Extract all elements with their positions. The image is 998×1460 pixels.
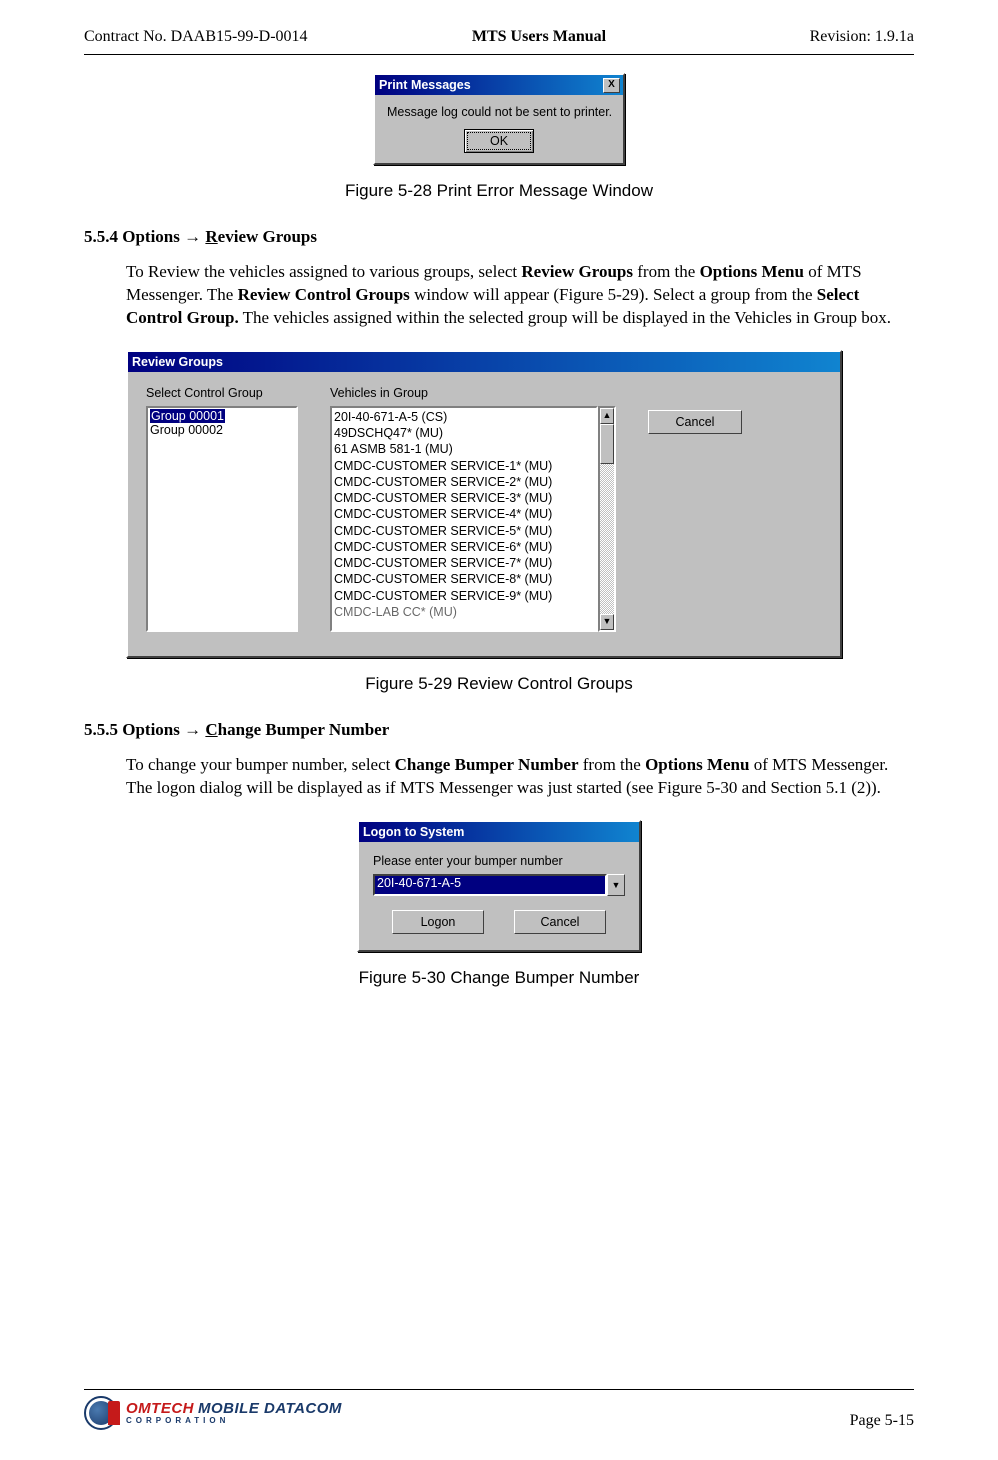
- doc-title: MTS Users Manual: [364, 28, 714, 46]
- groups-label: Select Control Group: [146, 386, 298, 400]
- dialog-body: Message log could not be sent to printer…: [375, 95, 623, 163]
- buttons-column: Cancel: [648, 386, 742, 632]
- list-item[interactable]: 20I-40-671-A-5 (CS): [334, 409, 594, 425]
- ok-button[interactable]: OK: [464, 129, 534, 153]
- error-message: Message log could not be sent to printer…: [383, 105, 615, 119]
- groups-column: Select Control Group Group 00001 Group 0…: [146, 386, 298, 632]
- close-icon[interactable]: X: [603, 78, 620, 93]
- bumper-number-combo[interactable]: 20I-40-671-A-5 ▼: [373, 874, 625, 896]
- dialog-title: Logon to System: [363, 825, 464, 839]
- dialog-body: Select Control Group Group 00001 Group 0…: [128, 372, 840, 656]
- groups-listbox[interactable]: Group 00001 Group 00002: [146, 406, 298, 632]
- vehicles-label: Vehicles in Group: [330, 386, 616, 400]
- scroll-up-icon[interactable]: ▲: [600, 408, 614, 424]
- titlebar[interactable]: Review Groups: [128, 352, 840, 372]
- figure-5-30: Logon to System Please enter your bumper…: [84, 820, 914, 1014]
- list-item[interactable]: CMDC-CUSTOMER SERVICE-5* (MU): [334, 523, 594, 539]
- page-header: Contract No. DAAB15-99-D-0014 MTS Users …: [84, 28, 914, 46]
- revision: Revision: 1.9.1a: [714, 28, 914, 46]
- section-5-5-4-heading: 5.5.4 Options → Review Groups: [84, 227, 914, 247]
- review-groups-dialog: Review Groups Select Control Group Group…: [126, 350, 842, 658]
- list-item[interactable]: 49DSCHQ47* (MU): [334, 425, 594, 441]
- list-item[interactable]: 61 ASMB 581-1 (MU): [334, 441, 594, 457]
- figure-5-28: Print Messages X Message log could not b…: [84, 73, 914, 227]
- cancel-button[interactable]: Cancel: [648, 410, 742, 434]
- figure-caption: Figure 5-30 Change Bumper Number: [359, 968, 640, 988]
- section-5-5-5-heading: 5.5.5 Options → Change Bumper Number: [84, 720, 914, 740]
- titlebar[interactable]: Print Messages X: [375, 75, 623, 95]
- page-number: Page 5-15: [850, 1412, 914, 1430]
- figure-caption: Figure 5-29 Review Control Groups: [84, 674, 914, 694]
- prompt-label: Please enter your bumper number: [373, 854, 625, 868]
- list-item[interactable]: CMDC-CUSTOMER SERVICE-2* (MU): [334, 474, 594, 490]
- combo-field[interactable]: 20I-40-671-A-5: [373, 874, 607, 896]
- list-item[interactable]: CMDC-CUSTOMER SERVICE-6* (MU): [334, 539, 594, 555]
- header-rule: [84, 54, 914, 55]
- list-item[interactable]: CMDC-LAB CC* (MU): [334, 604, 594, 620]
- company-logo: OMTECH MOBILE DATACOM CORPORATION: [84, 1396, 342, 1430]
- scroll-track[interactable]: [600, 424, 614, 614]
- figure-5-29: Review Groups Select Control Group Group…: [126, 350, 914, 658]
- dialog-title: Print Messages: [379, 78, 471, 92]
- logon-button[interactable]: Logon: [392, 910, 484, 934]
- dialog-title: Review Groups: [132, 355, 223, 369]
- print-messages-dialog: Print Messages X Message log could not b…: [373, 73, 625, 165]
- logo-mark-icon: [108, 1401, 120, 1425]
- list-item[interactable]: CMDC-CUSTOMER SERVICE-9* (MU): [334, 588, 594, 604]
- footer-rule: [84, 1389, 914, 1390]
- section-5-5-4-body: To Review the vehicles assigned to vario…: [126, 261, 914, 330]
- logon-dialog: Logon to System Please enter your bumper…: [357, 820, 641, 952]
- list-item[interactable]: CMDC-CUSTOMER SERVICE-4* (MU): [334, 506, 594, 522]
- list-item[interactable]: CMDC-CUSTOMER SERVICE-7* (MU): [334, 555, 594, 571]
- contract-number: Contract No. DAAB15-99-D-0014: [84, 28, 364, 46]
- vehicles-listbox[interactable]: 20I-40-671-A-5 (CS) 49DSCHQ47* (MU) 61 A…: [330, 406, 598, 632]
- scrollbar[interactable]: ▲ ▼: [598, 406, 616, 632]
- section-5-5-5-body: To change your bumper number, select Cha…: [126, 754, 914, 800]
- chevron-down-icon[interactable]: ▼: [607, 874, 625, 896]
- scroll-down-icon[interactable]: ▼: [600, 614, 614, 630]
- list-item[interactable]: Group 00001: [150, 409, 225, 423]
- cancel-button[interactable]: Cancel: [514, 910, 606, 934]
- page-footer: OMTECH MOBILE DATACOM CORPORATION Page 5…: [84, 1389, 914, 1430]
- list-item[interactable]: CMDC-CUSTOMER SERVICE-3* (MU): [334, 490, 594, 506]
- list-item[interactable]: CMDC-CUSTOMER SERVICE-1* (MU): [334, 458, 594, 474]
- vehicles-column: Vehicles in Group 20I-40-671-A-5 (CS) 49…: [330, 386, 616, 632]
- dialog-body: Please enter your bumper number 20I-40-6…: [359, 842, 639, 950]
- list-item[interactable]: CMDC-CUSTOMER SERVICE-8* (MU): [334, 571, 594, 587]
- figure-caption: Figure 5-28 Print Error Message Window: [345, 181, 653, 201]
- list-item[interactable]: Group 00002: [150, 423, 294, 437]
- titlebar[interactable]: Logon to System: [359, 822, 639, 842]
- scroll-thumb[interactable]: [600, 424, 614, 464]
